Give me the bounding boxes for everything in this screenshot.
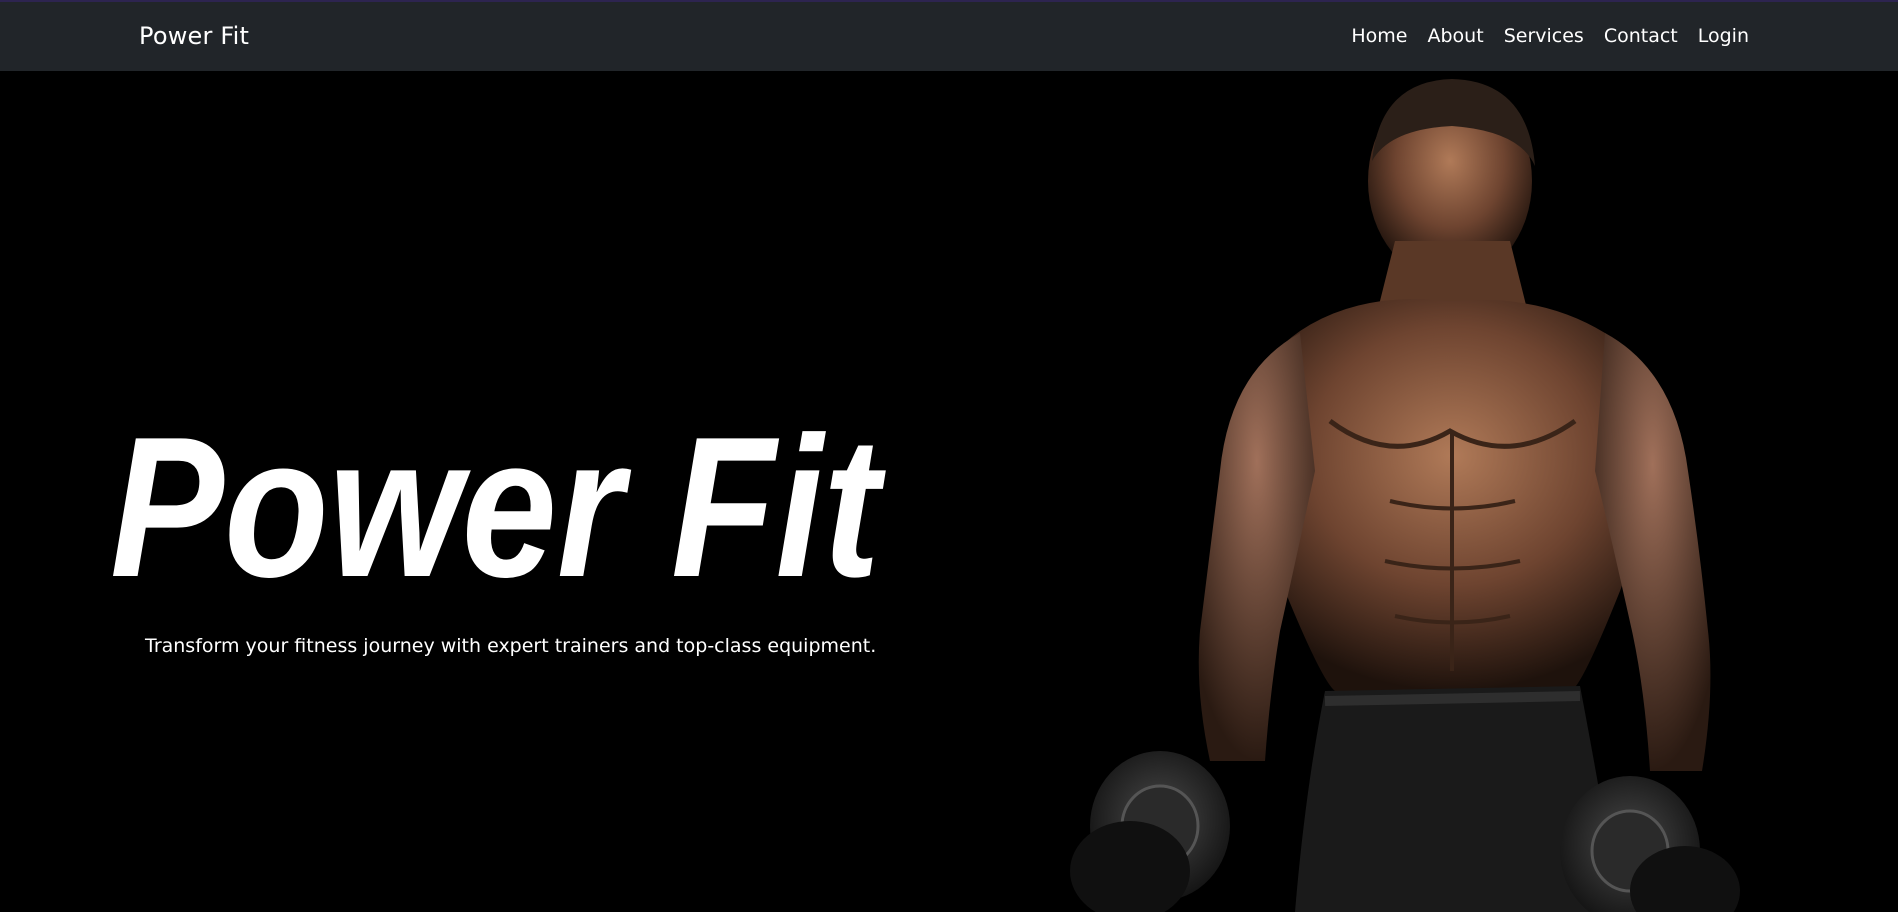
landing-page: Power Fit Home About Services Contact Lo… [0,0,1898,912]
bodybuilder-image [1060,71,1780,912]
top-navbar: Power Fit Home About Services Contact Lo… [0,0,1898,71]
nav-link-contact[interactable]: Contact [1604,25,1678,47]
hero-title-text: Power Fit [110,396,886,596]
nav-link-about[interactable]: About [1428,25,1484,47]
brand-link[interactable]: Power Fit [139,22,249,50]
nav-link-login[interactable]: Login [1698,25,1749,47]
hero-title: Power Fit [110,396,910,596]
nav-link-services[interactable]: Services [1504,25,1584,47]
hero-tagline: Transform your fitness journey with expe… [145,635,877,657]
nav-link-home[interactable]: Home [1351,25,1407,47]
nav-links: Home About Services Contact Login [1351,25,1749,47]
